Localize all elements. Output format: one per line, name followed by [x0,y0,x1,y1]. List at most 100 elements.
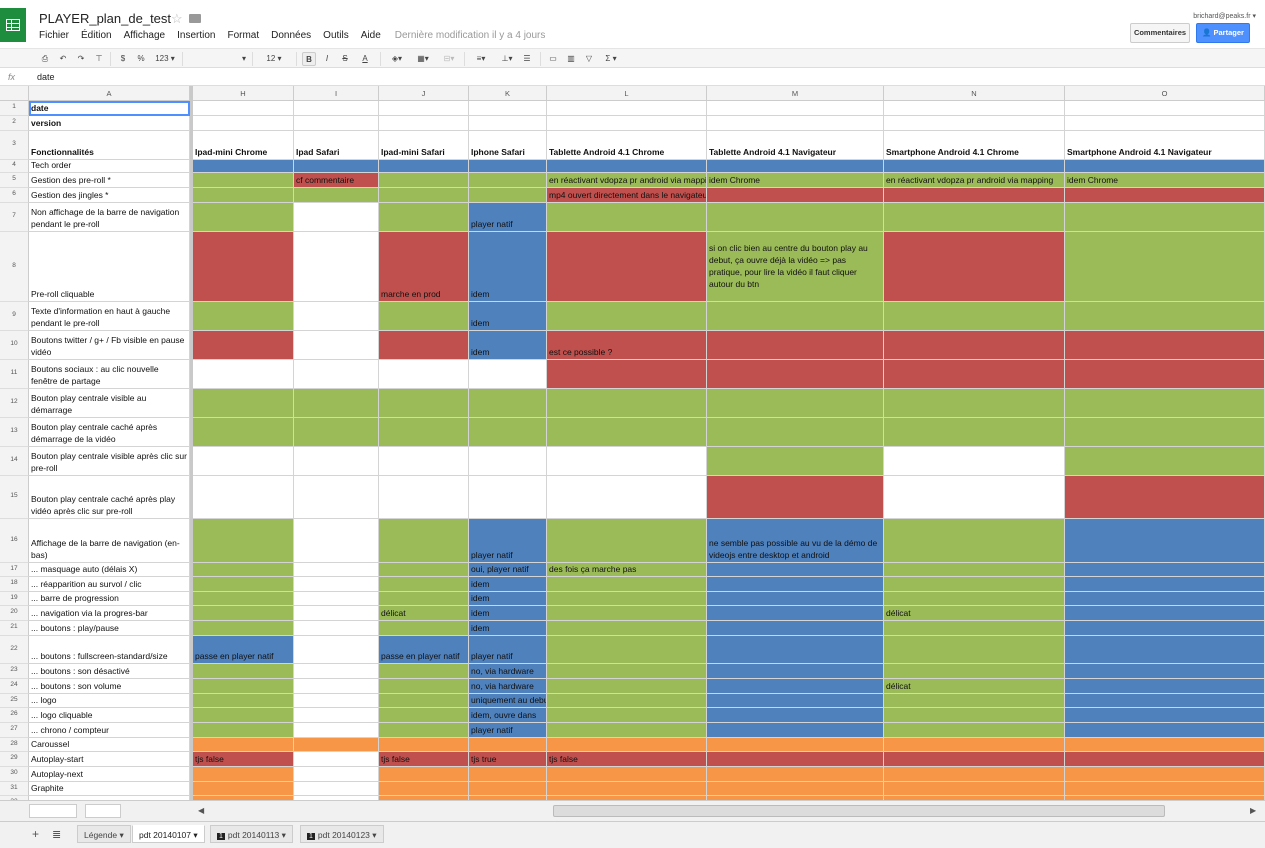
result-cell[interactable] [884,621,1065,636]
row-header[interactable]: 8 [0,232,29,302]
result-cell[interactable]: en réactivant vdopza pr android via mapp… [884,173,1065,188]
column-header-o[interactable]: O [1065,86,1265,101]
result-cell[interactable] [1065,116,1265,131]
feature-cell[interactable]: ... réapparition au survol / clic [29,577,190,592]
device-header-cell[interactable]: Smartphone Android 4.1 Chrome [884,131,1065,160]
result-cell[interactable] [1065,782,1265,796]
result-cell[interactable] [707,302,884,331]
result-cell[interactable] [193,738,294,752]
result-cell[interactable] [547,664,707,679]
result-cell[interactable] [469,418,547,447]
wrap-text-icon[interactable]: ☰ [520,52,534,66]
feature-cell[interactable]: ... chrono / compteur [29,723,190,738]
result-cell[interactable] [469,782,547,796]
frozen-scrollbar[interactable] [85,804,121,818]
result-cell[interactable] [547,116,707,131]
result-cell[interactable] [884,302,1065,331]
result-cell[interactable] [884,203,1065,232]
result-cell[interactable] [379,723,469,738]
row-header[interactable]: 22 [0,636,29,664]
result-cell[interactable] [547,101,707,116]
all-sheets-icon[interactable]: ≣ [52,828,61,841]
horizontal-scrollbar-thumb[interactable] [553,805,1165,817]
result-cell[interactable]: délicat [884,679,1065,694]
feature-cell[interactable]: Bouton play centrale visible après clic … [29,447,190,476]
result-cell[interactable] [547,418,707,447]
undo-icon[interactable]: ↶ [56,52,70,66]
result-cell[interactable] [884,476,1065,519]
result-cell[interactable] [294,101,379,116]
device-header-cell[interactable]: Ipad-mini Safari [379,131,469,160]
result-cell[interactable] [193,173,294,188]
result-cell[interactable] [884,694,1065,708]
result-cell[interactable] [547,679,707,694]
row-header[interactable]: 3 [0,131,29,160]
percent-button[interactable]: % [134,52,148,66]
user-account[interactable]: brichard@peaks.fr ▾ [1193,12,1256,20]
result-cell[interactable] [193,232,294,302]
column-header-a[interactable]: A [29,86,190,101]
result-cell[interactable]: si on clic bien au centre du bouton play… [707,232,884,302]
feature-cell[interactable]: Autoplay-start [29,752,190,767]
result-cell[interactable] [294,694,379,708]
result-cell[interactable] [1065,563,1265,577]
result-cell[interactable] [469,188,547,203]
result-cell[interactable] [707,188,884,203]
result-cell[interactable] [1065,302,1265,331]
result-cell[interactable] [193,160,294,173]
result-cell[interactable] [294,302,379,331]
result-cell[interactable] [379,767,469,782]
result-cell[interactable] [707,723,884,738]
result-cell[interactable] [1065,360,1265,389]
result-cell[interactable] [707,160,884,173]
result-cell[interactable] [1065,592,1265,606]
number-format-dropdown[interactable]: 123 ▾ [152,52,178,66]
row-header[interactable]: 27 [0,723,29,738]
align-left-icon[interactable]: ≡▾ [470,52,492,66]
feature-cell[interactable]: Gestion des jingles * [29,188,190,203]
result-cell[interactable] [379,738,469,752]
print-icon[interactable]: ⎙ [38,52,52,66]
comment-icon[interactable]: ▭ [546,52,560,66]
result-cell[interactable] [547,476,707,519]
result-cell[interactable] [884,418,1065,447]
result-cell[interactable] [884,592,1065,606]
row-header[interactable]: 25 [0,694,29,708]
result-cell[interactable]: player natif [469,636,547,664]
result-cell[interactable] [469,173,547,188]
formula-input[interactable]: date [37,72,55,82]
result-cell[interactable] [294,160,379,173]
result-cell[interactable] [884,232,1065,302]
result-cell[interactable] [294,782,379,796]
column-header-k[interactable]: K [469,86,547,101]
result-cell[interactable]: marche en prod [379,232,469,302]
result-cell[interactable] [379,116,469,131]
result-cell[interactable] [193,203,294,232]
result-cell[interactable] [294,752,379,767]
borders-icon[interactable]: ▦▾ [412,52,434,66]
menu-outils[interactable]: Outils [323,30,349,42]
menu-aide[interactable]: Aide [361,30,381,42]
result-cell[interactable] [707,738,884,752]
row-header[interactable]: 14 [0,447,29,476]
column-header-n[interactable]: N [884,86,1065,101]
result-cell[interactable] [379,418,469,447]
result-cell[interactable] [547,519,707,563]
font-family-dropdown[interactable]: ▾ [188,52,246,66]
result-cell[interactable] [1065,577,1265,592]
result-cell[interactable] [193,418,294,447]
result-cell[interactable] [379,447,469,476]
result-cell[interactable]: délicat [379,606,469,621]
result-cell[interactable] [379,664,469,679]
result-cell[interactable] [193,621,294,636]
result-cell[interactable]: idem [469,606,547,621]
feature-cell[interactable]: Pre-roll cliquable [29,232,190,302]
result-cell[interactable] [707,360,884,389]
row-header[interactable]: 12 [0,389,29,418]
result-cell[interactable] [469,116,547,131]
result-cell[interactable] [547,447,707,476]
result-cell[interactable] [1065,636,1265,664]
feature-cell[interactable]: Texte d'information en haut à gauche pen… [29,302,190,331]
folder-icon[interactable] [189,14,201,23]
result-cell[interactable] [547,606,707,621]
